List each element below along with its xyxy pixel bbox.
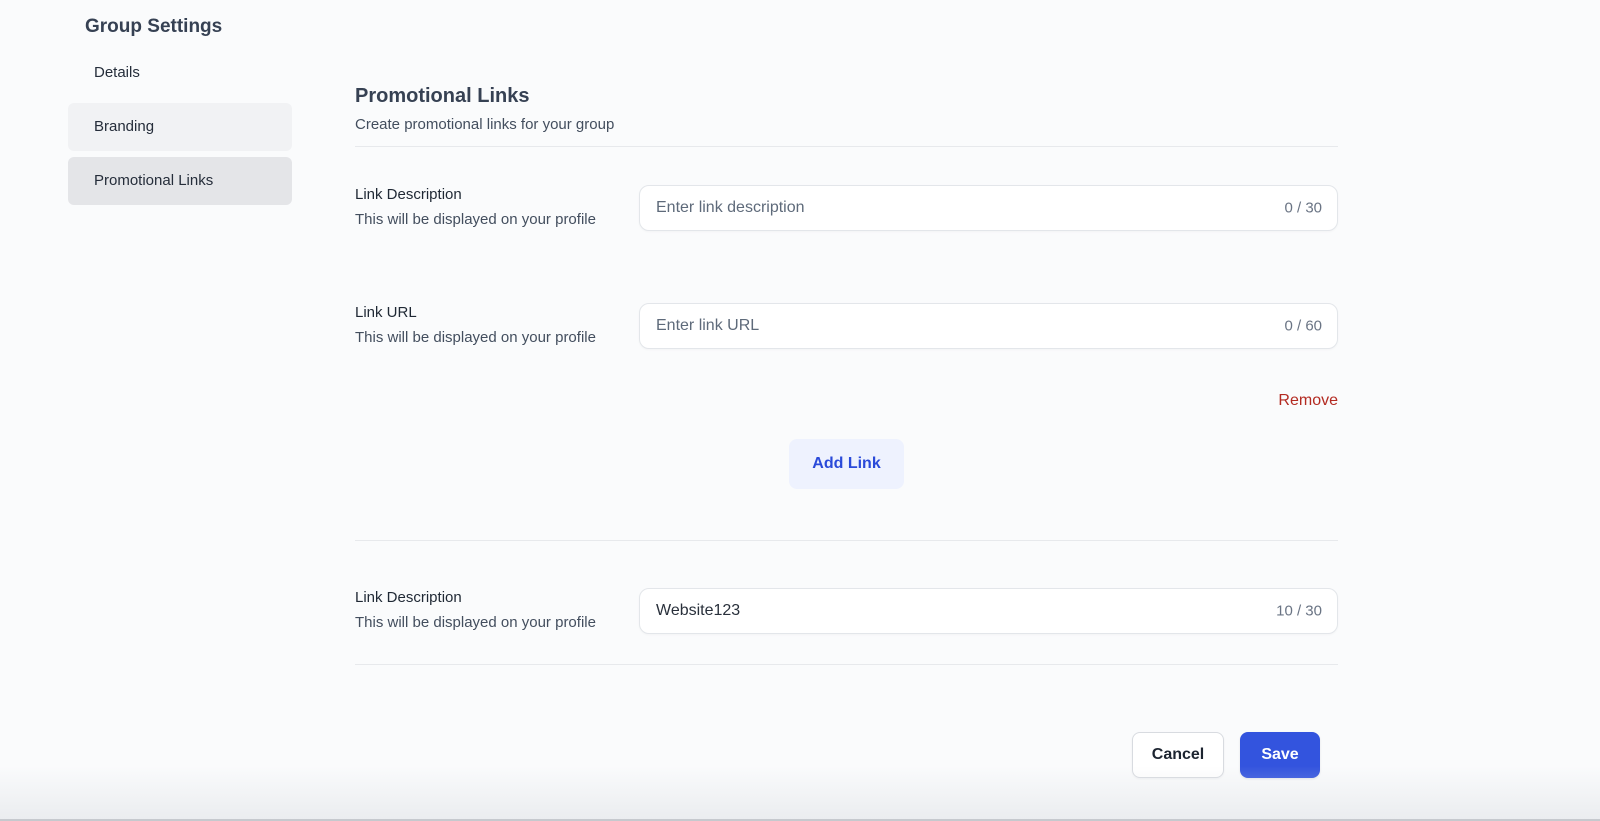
save-button[interactable]: Save bbox=[1240, 732, 1320, 778]
link-description-row: Link Description This will be displayed … bbox=[355, 185, 1338, 231]
link-description-2-help: This will be displayed on your profile bbox=[355, 614, 596, 631]
link-description-label-group: Link Description This will be displayed … bbox=[355, 185, 639, 228]
link-url-input-wrap: 0 / 60 bbox=[639, 303, 1338, 349]
link-description-2-input-wrap: 10 / 30 bbox=[639, 588, 1338, 634]
remove-link-button[interactable]: Remove bbox=[1278, 392, 1338, 410]
section-heading: Promotional Links bbox=[355, 85, 530, 107]
link-url-input[interactable] bbox=[639, 303, 1338, 349]
link-description-2-row: Link Description This will be displayed … bbox=[355, 588, 1338, 634]
sidebar-nav: Details Branding Promotional Links bbox=[68, 49, 292, 205]
add-link-button[interactable]: Add Link bbox=[789, 439, 904, 489]
link-url-label: Link URL bbox=[355, 304, 417, 321]
link-url-row: Link URL This will be displayed on your … bbox=[355, 303, 1338, 349]
bottom-divider bbox=[355, 664, 1338, 665]
section-subheading: Create promotional links for your group bbox=[355, 116, 615, 133]
link-description-input-wrap: 0 / 30 bbox=[639, 185, 1338, 231]
link-description-2-label-group: Link Description This will be displayed … bbox=[355, 588, 639, 631]
sidebar-title: Group Settings bbox=[85, 16, 223, 37]
main-content: Promotional Links Create promotional lin… bbox=[355, 85, 1338, 778]
sidebar-item-promotional-links[interactable]: Promotional Links bbox=[68, 157, 292, 205]
link-url-help: This will be displayed on your profile bbox=[355, 329, 596, 346]
link-description-help: This will be displayed on your profile bbox=[355, 211, 596, 228]
form-actions: Cancel Save bbox=[355, 732, 1338, 778]
link-description-label: Link Description bbox=[355, 186, 462, 203]
link-url-label-group: Link URL This will be displayed on your … bbox=[355, 303, 639, 346]
mid-divider bbox=[355, 540, 1338, 541]
header-divider bbox=[355, 146, 1338, 147]
cancel-button[interactable]: Cancel bbox=[1132, 732, 1224, 778]
link-description-2-label: Link Description bbox=[355, 589, 462, 606]
link-description-input[interactable] bbox=[639, 185, 1338, 231]
sidebar-item-branding[interactable]: Branding bbox=[68, 103, 292, 151]
add-link-row: Add Link bbox=[355, 439, 1338, 489]
sidebar: Group Settings Details Branding Promotio… bbox=[68, 15, 292, 211]
link-description-2-input[interactable] bbox=[639, 588, 1338, 634]
remove-row: Remove bbox=[355, 392, 1338, 410]
sidebar-item-details[interactable]: Details bbox=[68, 49, 292, 97]
